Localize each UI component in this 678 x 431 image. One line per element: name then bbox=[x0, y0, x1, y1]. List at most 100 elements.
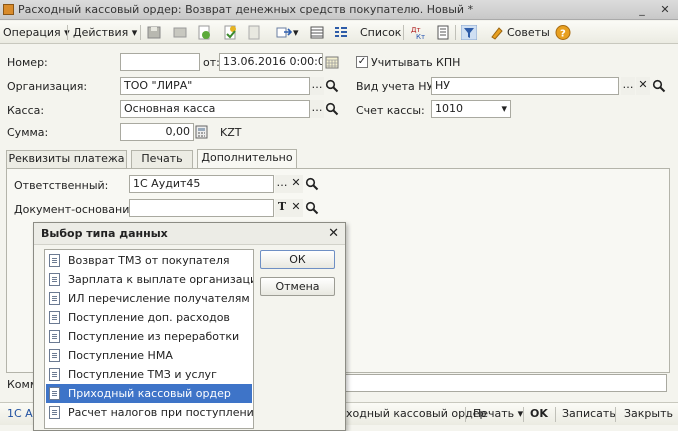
date-field[interactable]: 13.06.2016 0:00:00 bbox=[219, 53, 323, 71]
cash-account-select[interactable]: 1010 ▾ bbox=[431, 100, 511, 118]
basis-document-field[interactable] bbox=[129, 199, 274, 217]
cash-desk-label: Касса: bbox=[7, 104, 45, 117]
close-window-button[interactable]: ✕ bbox=[655, 2, 675, 18]
tab-additional[interactable]: Дополнительно bbox=[197, 149, 297, 169]
document-icon bbox=[49, 368, 60, 381]
currency-label: KZT bbox=[220, 126, 242, 139]
dialog-cancel-button[interactable]: Отмена bbox=[260, 277, 335, 296]
number-field[interactable] bbox=[120, 53, 200, 71]
comment-field[interactable] bbox=[340, 374, 667, 392]
chevron-down-icon: ▾ bbox=[501, 102, 507, 115]
document-icon bbox=[49, 273, 60, 286]
clear-icon[interactable]: ✕ bbox=[636, 77, 650, 95]
go-to-dropdown[interactable]: ▾ bbox=[293, 24, 299, 41]
organization-field[interactable]: ТОО "ЛИРА" bbox=[120, 77, 310, 95]
list-item[interactable]: Расчет налогов при поступлении ... bbox=[46, 403, 253, 422]
unpost-document-icon[interactable] bbox=[246, 25, 262, 40]
search-icon[interactable] bbox=[652, 79, 666, 93]
text-type-icon[interactable]: T bbox=[275, 199, 289, 217]
sum-label: Сумма: bbox=[7, 126, 49, 139]
close-icon[interactable]: ✕ bbox=[328, 226, 339, 241]
search-icon[interactable] bbox=[325, 79, 339, 93]
sum-field[interactable]: 0,00 bbox=[120, 123, 194, 141]
document-icon bbox=[49, 311, 60, 324]
report-icon[interactable] bbox=[435, 25, 451, 40]
minimize-button[interactable]: _ bbox=[632, 2, 652, 18]
tab-payment-details[interactable]: Реквизиты платежа bbox=[6, 150, 127, 168]
svg-text:Кт: Кт bbox=[416, 33, 425, 40]
data-type-list[interactable]: Возврат ТМЗ от покупателя Зарплата к вып… bbox=[44, 249, 254, 429]
actions-menu[interactable]: Действия ▾ bbox=[73, 24, 137, 41]
list-item[interactable]: Поступление НМА bbox=[46, 346, 252, 365]
toolbar-separator bbox=[555, 407, 556, 422]
svg-text:?: ? bbox=[560, 29, 566, 40]
kpn-checkbox[interactable]: ✓ bbox=[356, 56, 368, 68]
app-icon bbox=[3, 4, 14, 15]
kpn-label: Учитывать КПН bbox=[371, 56, 461, 69]
toolbar-separator bbox=[140, 25, 141, 40]
debit-credit-icon[interactable]: ДтКт bbox=[410, 25, 426, 40]
document-icon bbox=[49, 406, 60, 419]
dialog-title: Выбор типа данных bbox=[41, 227, 168, 240]
window-titlebar: Расходный кассовый ордер: Возврат денежн… bbox=[0, 0, 678, 20]
toolbar-separator bbox=[403, 25, 404, 40]
tips-button[interactable]: Советы bbox=[507, 24, 550, 41]
basis-document-label: Документ-основание: bbox=[14, 203, 140, 216]
calculator-icon[interactable] bbox=[195, 125, 208, 139]
tax-accounting-label: Вид учета НУ: bbox=[356, 80, 437, 93]
search-icon[interactable] bbox=[305, 201, 319, 215]
filter-icon[interactable] bbox=[461, 25, 477, 40]
tab-print[interactable]: Печать bbox=[131, 150, 193, 168]
list-item[interactable]: Зарплата к выплате организаций bbox=[46, 270, 253, 289]
list-button[interactable]: Список bbox=[360, 24, 401, 41]
cash-desk-field[interactable]: Основная касса bbox=[120, 100, 310, 118]
select-icon[interactable]: … bbox=[275, 175, 289, 193]
toolbar-separator bbox=[465, 407, 466, 422]
list-item[interactable]: Возврат ТМЗ от покупателя bbox=[46, 251, 252, 270]
responsible-field[interactable]: 1С Аудит45 bbox=[129, 175, 274, 193]
refresh-icon[interactable] bbox=[196, 25, 212, 40]
dialog-header: Выбор типа данных ✕ bbox=[34, 223, 345, 245]
search-icon[interactable] bbox=[305, 177, 319, 191]
search-icon[interactable] bbox=[325, 102, 339, 116]
toolbar: Операция ▾ Действия ▾ ▾ Список ДтКт Сове… bbox=[0, 21, 678, 44]
ok-button[interactable]: OK bbox=[530, 407, 548, 420]
document-icon bbox=[49, 349, 60, 362]
clear-icon[interactable]: ✕ bbox=[289, 199, 303, 217]
list-item[interactable]: Поступление доп. расходов bbox=[46, 308, 252, 327]
list-item[interactable]: Поступление из переработки bbox=[46, 327, 252, 346]
number-label: Номер: bbox=[7, 56, 48, 69]
date-label: от: bbox=[203, 56, 220, 69]
select-icon[interactable]: … bbox=[310, 100, 324, 118]
cash-account-label: Счет кассы: bbox=[356, 104, 425, 117]
organization-label: Организация: bbox=[7, 80, 88, 93]
data-type-dialog: Выбор типа данных ✕ Возврат ТМЗ от покуп… bbox=[33, 222, 346, 431]
copy-icon[interactable] bbox=[172, 25, 188, 40]
save-button[interactable]: Записать bbox=[562, 407, 616, 420]
document-icon bbox=[49, 292, 60, 305]
print-menu-button[interactable]: Печать ▾ bbox=[473, 407, 523, 420]
tax-accounting-field[interactable]: НУ bbox=[431, 77, 619, 95]
select-icon[interactable]: … bbox=[621, 77, 635, 95]
dialog-ok-button[interactable]: ОК bbox=[260, 250, 335, 269]
save-icon[interactable] bbox=[146, 25, 162, 40]
structure-icon[interactable] bbox=[309, 25, 325, 40]
operation-menu[interactable]: Операция ▾ bbox=[3, 24, 70, 41]
responsible-label: Ответственный: bbox=[14, 179, 109, 192]
close-button[interactable]: Закрыть bbox=[624, 407, 673, 420]
author-link[interactable]: 1С А bbox=[7, 407, 33, 420]
calendar-icon[interactable] bbox=[325, 55, 339, 69]
toolbar-separator bbox=[615, 407, 616, 422]
list-item-selected[interactable]: Приходный кассовый ордер bbox=[46, 384, 252, 403]
select-icon[interactable]: … bbox=[310, 77, 324, 95]
help-icon[interactable]: ? bbox=[555, 25, 571, 40]
document-icon bbox=[49, 254, 60, 267]
document-icon bbox=[49, 330, 60, 343]
clear-icon[interactable]: ✕ bbox=[289, 175, 303, 193]
list-item[interactable]: Поступление ТМЗ и услуг bbox=[46, 365, 252, 384]
post-document-icon[interactable] bbox=[222, 25, 238, 40]
go-to-icon[interactable] bbox=[276, 25, 292, 40]
tips-icon[interactable] bbox=[489, 25, 505, 40]
list-settings-icon[interactable] bbox=[333, 25, 349, 40]
list-item[interactable]: ИЛ перечисление получателям bbox=[46, 289, 252, 308]
